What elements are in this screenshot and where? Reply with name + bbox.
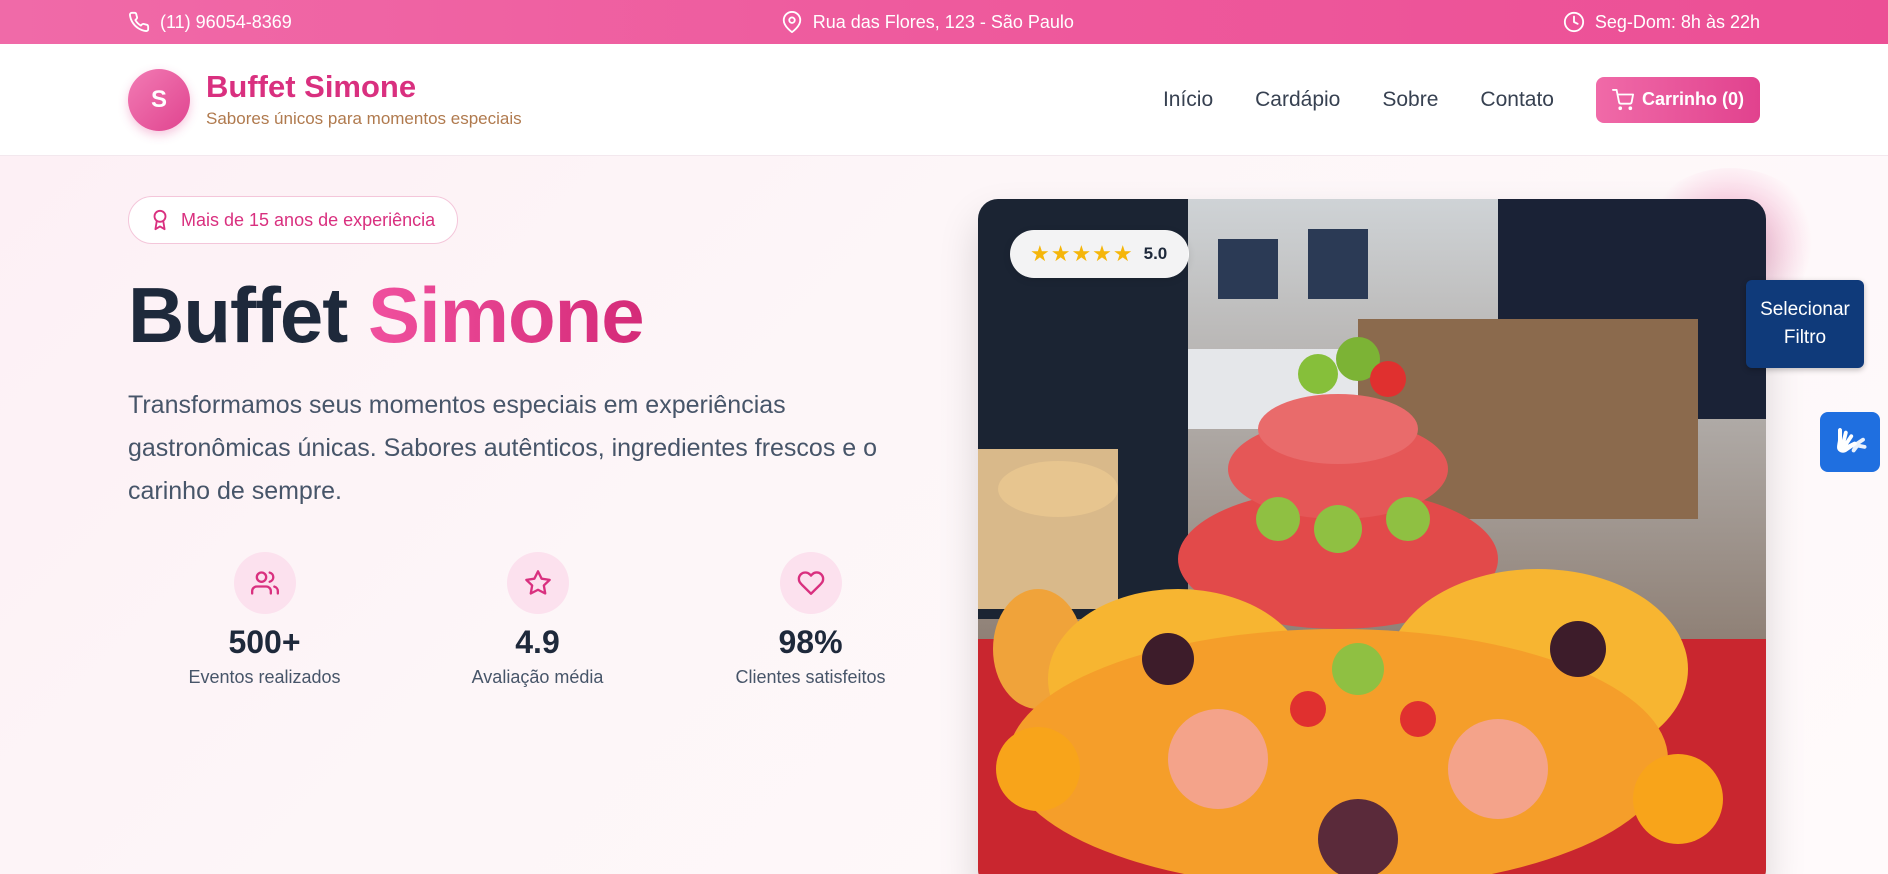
brand-tagline: Sabores únicos para momentos especiais <box>206 108 522 128</box>
users-icon <box>250 571 279 595</box>
stat-value: 500+ <box>228 624 301 660</box>
stat-rating: 4.9 Avaliação média <box>401 552 674 688</box>
main-nav: Início Cardápio Sobre Contato Carrinho (… <box>1163 76 1760 123</box>
select-filter-label: Selecionar Filtro <box>1760 299 1850 348</box>
hero-photo <box>978 199 1766 874</box>
cart-label: Carrinho (0) <box>1641 89 1744 109</box>
experience-badge-text: Mais de 15 anos de experiência <box>181 209 436 230</box>
rating-value: 5.0 <box>1143 244 1168 263</box>
nav-item-contato[interactable]: Contato <box>1480 88 1554 112</box>
stat-label: Avaliação média <box>471 667 604 687</box>
stats-row: 500+ Eventos realizados 4.9 Avaliação mé… <box>128 552 947 688</box>
stat-satisfaction: 98% Clientes satisfeitos <box>674 552 947 688</box>
address-text: Rua das Flores, 123 - São Paulo <box>812 11 1074 32</box>
award-icon <box>153 209 167 231</box>
hero-title-part1: Buffet <box>128 271 348 359</box>
rating-stars: ★★★★★ <box>1030 241 1134 266</box>
brand[interactable]: S Buffet Simone Sabores únicos para mome… <box>128 68 522 131</box>
stat-events: 500+ Eventos realizados <box>128 552 401 688</box>
select-filter-button[interactable]: Selecionar Filtro <box>1746 280 1864 368</box>
stat-value: 4.9 <box>515 624 560 660</box>
clock-icon <box>1563 11 1584 33</box>
rating-badge: ★★★★★ 5.0 <box>1010 230 1190 278</box>
stat-label: Clientes satisfeitos <box>735 667 886 687</box>
stat-value: 98% <box>778 624 843 660</box>
hero-title-part2: Simone <box>367 271 645 359</box>
hero-title: Buffet Simone <box>128 270 645 361</box>
stat-icon-wrap <box>233 552 296 614</box>
vlibras-button[interactable] <box>1820 412 1880 472</box>
site-header: S Buffet Simone Sabores únicos para mome… <box>0 44 1888 156</box>
hours-text: Seg-Dom: 8h às 22h <box>1594 11 1760 32</box>
stat-icon-wrap <box>506 552 569 614</box>
map-pin-icon <box>782 11 801 33</box>
stat-label: Eventos realizados <box>188 667 341 687</box>
fruit-cake-image <box>978 199 1766 874</box>
cart-button[interactable]: Carrinho (0) <box>1595 76 1760 123</box>
star-icon <box>524 570 551 595</box>
nav-item-sobre[interactable]: Sobre <box>1382 88 1438 112</box>
top-info-bar: (11) 96054-8369 Rua das Flores, 123 - Sã… <box>0 0 1888 44</box>
hero-description: Transformamos seus momentos especiais em… <box>128 391 878 505</box>
address-info: Rua das Flores, 123 - São Paulo <box>781 11 1074 33</box>
logo: S <box>128 68 190 131</box>
cart-icon <box>1611 88 1634 110</box>
hours-info: Seg-Dom: 8h às 22h <box>1563 11 1760 33</box>
phone-icon <box>129 11 150 32</box>
stat-icon-wrap <box>779 552 842 614</box>
nav-item-cardapio[interactable]: Cardápio <box>1255 88 1340 112</box>
heart-icon <box>797 571 824 595</box>
nav-item-inicio[interactable]: Início <box>1163 88 1213 112</box>
sign-language-icon <box>1837 428 1867 453</box>
experience-badge: Mais de 15 anos de experiência <box>128 196 459 244</box>
phone-text: (11) 96054-8369 <box>160 11 292 32</box>
phone-info[interactable]: (11) 96054-8369 <box>128 11 292 33</box>
brand-name: Buffet Simone <box>206 69 417 105</box>
